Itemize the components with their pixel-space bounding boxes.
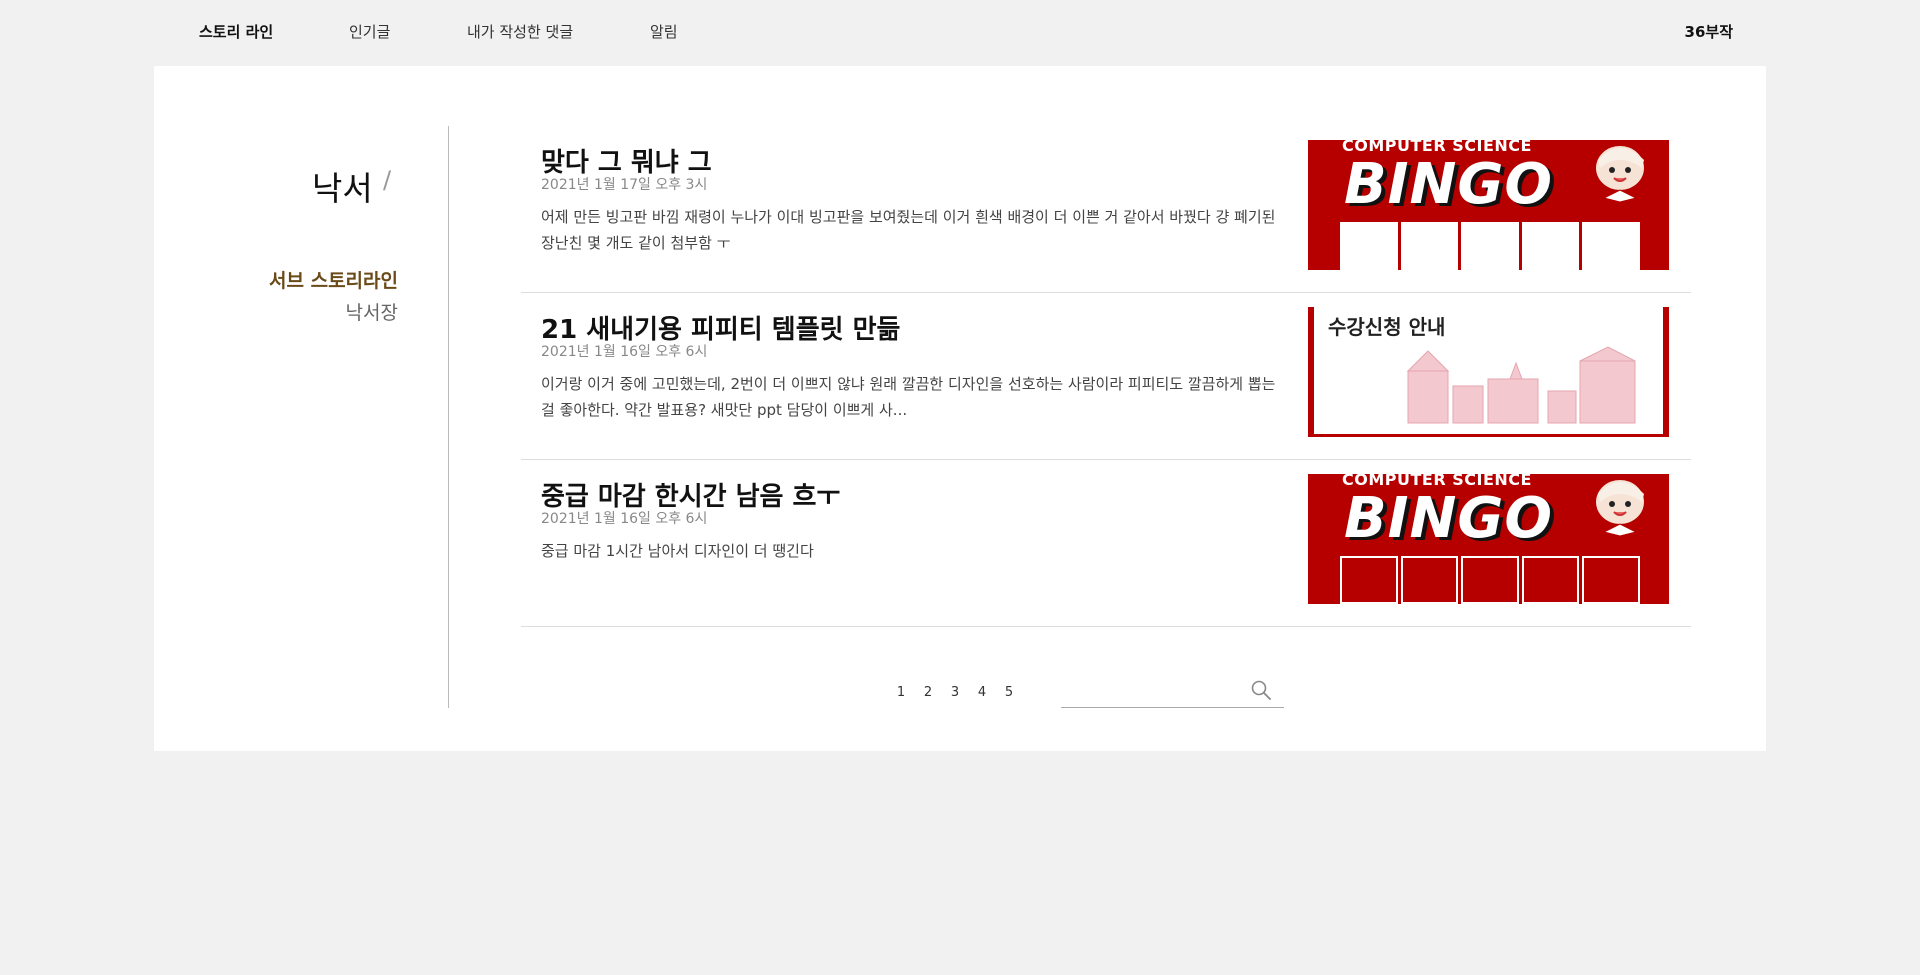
page-link-5[interactable]: 5 xyxy=(1003,685,1015,700)
nav-notifications[interactable]: 알림 xyxy=(650,21,678,42)
mascot-icon xyxy=(1596,146,1644,202)
campus-illustration-icon xyxy=(1406,346,1636,424)
post-thumbnail[interactable]: 수강신청 안내 xyxy=(1308,307,1669,437)
post-item[interactable]: 21 새내기용 피피티 템플릿 만듦 2021년 1월 16일 오후 6시 이거… xyxy=(521,293,1691,460)
post-excerpt: 중급 마감 1시간 남아서 디자인이 더 땡긴다 xyxy=(541,542,814,560)
page-link-1[interactable]: 1 xyxy=(895,685,907,700)
category-title: 낙서 xyxy=(312,169,373,208)
sidebar-item-sub-storyline[interactable]: 서브 스토리라인 xyxy=(269,266,398,293)
thumbnail-text: 수강신청 안내 xyxy=(1328,315,1446,339)
post-thumbnail[interactable]: COMPUTER SCIENCE BINGO xyxy=(1308,140,1669,270)
search-input[interactable] xyxy=(1061,678,1241,704)
search-icon[interactable] xyxy=(1250,679,1272,701)
top-navigation: 스토리 라인 인기글 내가 작성한 댓글 알림 36부작 xyxy=(0,0,1920,64)
thumbnail-word: BINGO xyxy=(1344,486,1553,551)
post-date: 2021년 1월 16일 오후 6시 xyxy=(541,344,708,360)
nav-storyline[interactable]: 스토리 라인 xyxy=(199,21,273,42)
post-date: 2021년 1월 16일 오후 6시 xyxy=(541,511,708,527)
bingo-grid xyxy=(1340,556,1640,604)
vertical-divider xyxy=(448,126,449,708)
title-separator: / xyxy=(383,166,392,194)
search-box xyxy=(1061,674,1284,708)
post-thumbnail[interactable]: COMPUTER SCIENCE BINGO xyxy=(1308,474,1669,604)
thumbnail-word: BINGO xyxy=(1344,152,1553,217)
user-name[interactable]: 36부작 xyxy=(1685,21,1733,42)
post-date: 2021년 1월 17일 오후 3시 xyxy=(541,177,708,193)
page-link-3[interactable]: 3 xyxy=(949,685,961,700)
nav-popular[interactable]: 인기글 xyxy=(349,21,390,42)
page-link-2[interactable]: 2 xyxy=(922,685,934,700)
post-excerpt: 이거랑 이거 중에 고민했는데, 2번이 더 이쁘지 않냐 원래 깔끔한 디자인… xyxy=(541,375,1276,419)
post-item[interactable]: 맞다 그 뭐냐 그 2021년 1월 17일 오후 3시 어제 만든 빙고판 바… xyxy=(521,126,1691,293)
post-excerpt: 어제 만든 빙고판 바낌 재령이 누나가 이대 빙고판을 보여줬는데 이거 흰색… xyxy=(541,208,1276,252)
post-item[interactable]: 중급 마감 한시간 남음 흐ㅜ 2021년 1월 16일 오후 6시 중급 마감… xyxy=(521,460,1691,627)
page-link-4[interactable]: 4 xyxy=(976,685,988,700)
bingo-grid xyxy=(1340,222,1640,270)
mascot-icon xyxy=(1596,480,1644,536)
sidebar-item-guestbook[interactable]: 낙서장 xyxy=(346,298,398,325)
nav-my-comments[interactable]: 내가 작성한 댓글 xyxy=(467,21,573,42)
pagination: 1 2 3 4 5 xyxy=(895,685,1015,700)
